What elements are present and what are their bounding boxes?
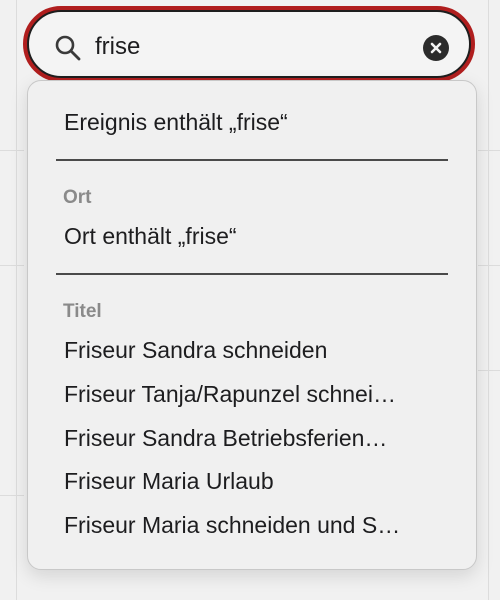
background-grid-line xyxy=(16,0,17,600)
divider xyxy=(56,159,448,161)
background-grid-line xyxy=(0,495,24,496)
search-input[interactable] xyxy=(95,28,415,66)
suggestion-event-contains[interactable]: Ereignis enthält „frise“ xyxy=(64,109,288,136)
background-grid-line xyxy=(478,150,500,151)
suggestion-title-item[interactable]: Friseur Sandra Betriebsferien… xyxy=(64,425,387,452)
search-field[interactable] xyxy=(27,10,471,78)
section-label-location: Ort xyxy=(63,187,92,208)
clear-search-button[interactable] xyxy=(423,35,449,61)
suggestion-title-item[interactable]: Friseur Sandra schneiden xyxy=(64,337,327,364)
section-label-title: Titel xyxy=(63,301,102,322)
background-grid-line xyxy=(0,265,24,266)
background-grid-line xyxy=(0,150,24,151)
background-grid-line xyxy=(478,265,500,266)
search-field-focus-ring xyxy=(23,6,475,82)
clear-icon xyxy=(430,42,442,54)
search-icon xyxy=(54,34,82,62)
suggestion-title-item[interactable]: Friseur Maria schneiden und S… xyxy=(64,512,400,539)
search-suggestions-dropdown: Ereignis enthält „frise“ Ort Ort enthält… xyxy=(27,80,477,570)
background-grid-line xyxy=(488,0,489,600)
divider xyxy=(56,273,448,275)
suggestion-title-item[interactable]: Friseur Maria Urlaub xyxy=(64,468,274,495)
background-grid-line xyxy=(478,370,500,371)
suggestion-title-item[interactable]: Friseur Tanja/Rapunzel schnei… xyxy=(64,381,396,408)
suggestion-location-contains[interactable]: Ort enthält „frise“ xyxy=(64,223,237,250)
